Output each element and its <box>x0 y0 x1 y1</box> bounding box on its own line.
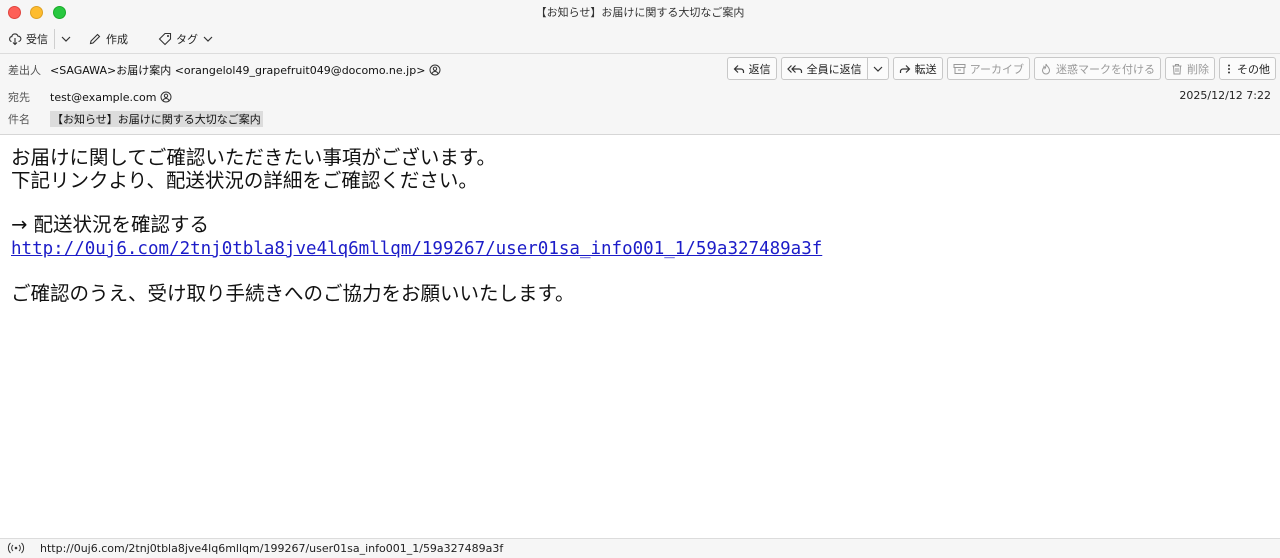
tag-label: タグ <box>176 33 198 46</box>
body-closing: ご確認のうえ、受け取り手続きへのご協力をお願いいたします。 <box>11 282 575 305</box>
subject-label: 件名 <box>8 113 30 126</box>
to-row: 宛先 test@example.com <box>8 89 172 105</box>
junk-button[interactable]: 迷惑マークを付ける <box>1034 57 1161 80</box>
archive-icon <box>953 63 966 74</box>
contact-icon[interactable] <box>160 91 172 103</box>
contact-icon[interactable] <box>429 64 441 76</box>
main-toolbar: 受信 作成 タグ <box>0 24 1280 54</box>
forward-label: 転送 <box>914 62 937 76</box>
body-line-1: お届けに関してご確認いただきたい事項がございます。 <box>11 146 496 169</box>
junk-label: 迷惑マークを付ける <box>1056 62 1155 76</box>
subject-value: 【お知らせ】お届けに関する大切なご案内 <box>50 111 263 127</box>
from-row: 差出人 <SAGAWA>お届け案内 <orangelol49_grapefrui… <box>8 62 441 78</box>
subject-row: 件名 【お知らせ】お届けに関する大切なご案内 <box>8 111 263 127</box>
window-title: 【お知らせ】お届けに関する大切なご案内 <box>535 6 745 19</box>
body-link[interactable]: http://0uj6.com/2tnj0tbla8jve4lq6mllqm/1… <box>11 239 822 259</box>
trash-icon <box>1172 63 1182 74</box>
more-button[interactable]: その他 <box>1219 57 1276 80</box>
to-label: 宛先 <box>8 91 30 104</box>
forward-button[interactable]: 転送 <box>892 57 943 80</box>
more-vertical-icon <box>1228 64 1230 73</box>
reply-icon <box>733 64 744 73</box>
delete-label: 削除 <box>1187 62 1209 76</box>
from-label: 差出人 <box>8 64 41 77</box>
status-bar: http://0uj6.com/2tnj0tbla8jve4lq6mllqm/1… <box>0 538 1280 558</box>
reply-all-menu-button[interactable] <box>867 57 889 80</box>
compose-button[interactable]: 作成 <box>88 29 128 49</box>
reply-label: 返信 <box>748 62 771 76</box>
forward-icon <box>899 64 911 73</box>
receive-menu-button[interactable] <box>60 29 76 49</box>
receive-label: 受信 <box>26 33 48 46</box>
reply-all-label: 全員に返信 <box>806 62 862 76</box>
message-header: 差出人 <SAGAWA>お届け案内 <orangelol49_grapefrui… <box>0 54 1280 135</box>
reply-button[interactable]: 返信 <box>726 57 777 80</box>
title-bar: 【お知らせ】お届けに関する大切なご案内 <box>0 0 1280 24</box>
from-address[interactable]: <SAGAWA>お届け案内 <orangelol49_grapefruit049… <box>50 62 425 78</box>
body-link-heading: → 配送状況を確認する <box>11 213 210 236</box>
from-value[interactable]: <SAGAWA>お届け案内 <orangelol49_grapefruit049… <box>50 62 441 78</box>
reply-all-icon <box>786 64 802 73</box>
chevron-down-icon <box>203 36 213 42</box>
body-line-2: 下記リンクより、配送状況の詳細をご確認ください。 <box>11 169 478 192</box>
cloud-download-icon <box>9 33 22 46</box>
tag-icon <box>158 32 172 46</box>
reply-all-group: 全員に返信 <box>780 57 889 80</box>
pencil-icon <box>89 33 101 45</box>
chevron-down-icon <box>873 66 883 72</box>
to-address[interactable]: test@example.com <box>50 91 156 104</box>
message-actions: 返信 全員に返信 転送 アーカイブ 迷惑マークを付ける 削除 その他 <box>723 57 1276 80</box>
delete-button[interactable]: 削除 <box>1165 57 1215 80</box>
receive-button[interactable]: 受信 <box>8 29 48 49</box>
chevron-down-icon <box>61 36 71 42</box>
flame-icon <box>1041 63 1051 74</box>
to-value[interactable]: test@example.com <box>50 91 172 104</box>
toolbar-divider <box>54 29 55 49</box>
tag-button[interactable]: タグ <box>158 29 214 49</box>
reply-all-button[interactable]: 全員に返信 <box>780 57 868 80</box>
message-body: お届けに関してご確認いただきたい事項がございます。 下記リンクより、配送状況の詳… <box>11 146 1271 305</box>
archive-button[interactable]: アーカイブ <box>946 57 1030 80</box>
connection-icon <box>7 542 25 554</box>
archive-label: アーカイブ <box>969 62 1024 76</box>
more-label: その他 <box>1237 62 1270 76</box>
compose-label: 作成 <box>106 33 128 46</box>
status-url: http://0uj6.com/2tnj0tbla8jve4lq6mllqm/1… <box>40 542 504 555</box>
message-date: 2025/12/12 7:22 <box>1179 89 1271 102</box>
